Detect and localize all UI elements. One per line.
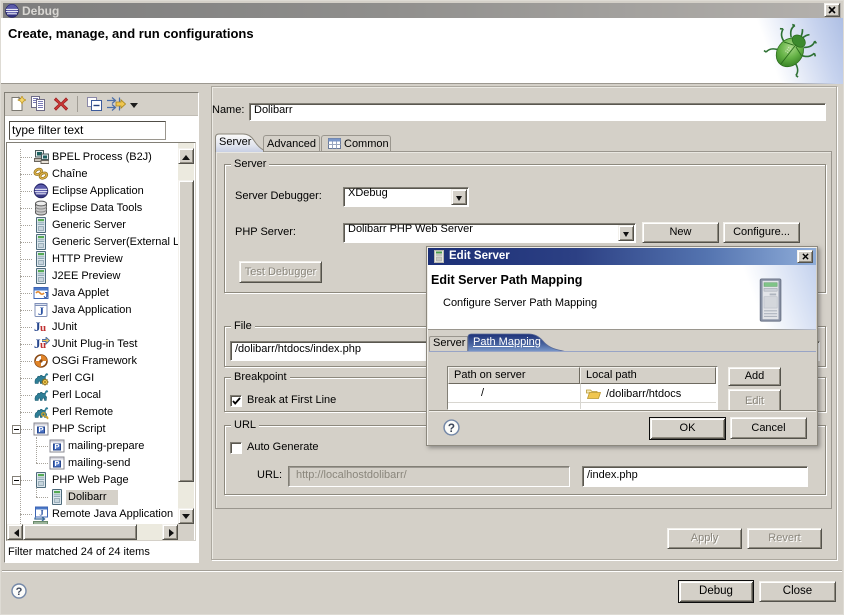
svg-text:?: ?: [448, 422, 455, 435]
svg-text:?: ?: [16, 586, 23, 598]
